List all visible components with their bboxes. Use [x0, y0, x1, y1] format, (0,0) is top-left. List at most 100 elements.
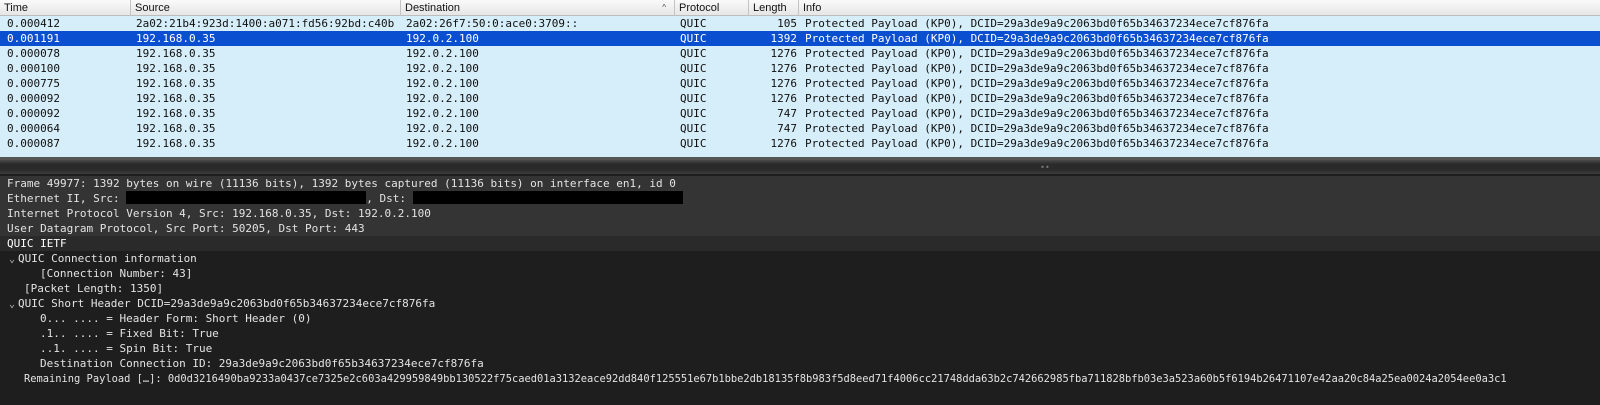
- cell-length: 1276: [770, 92, 798, 105]
- cell-protocol: QUIC: [680, 17, 707, 30]
- cell-length: 1276: [770, 47, 798, 60]
- cell-destination: 192.0.2.100: [406, 92, 479, 105]
- chevron-down-icon[interactable]: ⌄: [6, 252, 18, 267]
- cell-time: 0.000087: [7, 137, 60, 150]
- column-header-source[interactable]: Source: [131, 0, 401, 16]
- cell-length: 747: [777, 122, 797, 135]
- column-header-info[interactable]: Info: [799, 0, 1600, 16]
- column-header-destination-label: Destination: [405, 2, 461, 14]
- packet-details-pane[interactable]: Frame 49977: 1392 bytes on wire (11136 b…: [0, 174, 1600, 405]
- table-row[interactable]: 0.000087 192.168.0.35 192.0.2.100 QUIC 1276 P…: [0, 136, 1600, 151]
- table-row[interactable]: 0.000078 192.168.0.35 192.0.2.100 QUIC 1276 P…: [0, 46, 1600, 61]
- cell-info: Protected Payload (KP0), DCID=29a3de9a9c…: [805, 17, 1269, 30]
- ipv4-text: Internet Protocol Version 4, Src: 192.16…: [7, 207, 431, 220]
- fixed-bit-text: .1.. .... = Fixed Bit: True: [40, 327, 219, 340]
- cell-source: 192.168.0.35: [136, 107, 216, 120]
- cell-protocol: QUIC: [680, 77, 707, 90]
- packet-list[interactable]: Time Source Destination ^ Protocol Lengt…: [0, 0, 1600, 157]
- spin-bit-text: ..1. .... = Spin Bit: True: [40, 342, 213, 355]
- cell-time: 0.000078: [7, 47, 60, 60]
- tree-item-packet-length[interactable]: [Packet Length: 1350]: [0, 281, 1600, 296]
- cell-info: Protected Payload (KP0), DCID=29a3de9a9c…: [805, 107, 1269, 120]
- cell-protocol: QUIC: [680, 62, 707, 75]
- tree-item-ipv4[interactable]: Internet Protocol Version 4, Src: 192.16…: [0, 206, 1600, 221]
- table-row-selected[interactable]: 0.001191 192.168.0.35 192.0.2.100 QUIC 1392 P…: [0, 31, 1600, 46]
- redacted-mac-source: [126, 191, 367, 204]
- splitter-grip-icon[interactable]: ••: [1040, 164, 1050, 172]
- ethernet-prefix: Ethernet II, Src:: [7, 192, 127, 205]
- cell-info: Protected Payload (KP0), DCID=29a3de9a9c…: [805, 122, 1269, 135]
- cell-time: 0.000412: [7, 17, 60, 30]
- cell-info: Protected Payload (KP0), DCID=29a3de9a9c…: [805, 92, 1269, 105]
- column-header-protocol[interactable]: Protocol: [675, 0, 749, 16]
- table-row[interactable]: 0.000064 192.168.0.35 192.0.2.100 QUIC 747 Pr…: [0, 121, 1600, 136]
- cell-destination: 192.0.2.100: [406, 77, 479, 90]
- cell-destination: 192.0.2.100: [406, 122, 479, 135]
- column-header-length[interactable]: Length: [749, 0, 799, 16]
- cell-time: 0.000775: [7, 77, 60, 90]
- tree-item-frame[interactable]: Frame 49977: 1392 bytes on wire (11136 b…: [0, 176, 1600, 191]
- cell-destination: 192.0.2.100: [406, 107, 479, 120]
- cell-length: 1276: [770, 77, 798, 90]
- tree-item-udp[interactable]: User Datagram Protocol, Src Port: 50205,…: [0, 221, 1600, 236]
- cell-source: 2a02:21b4:923d:1400:a071:fd56:92bd:c40b: [136, 17, 395, 30]
- cell-info: Protected Payload (KP0), DCID=29a3de9a9c…: [805, 32, 1269, 45]
- tree-item-conn-info[interactable]: ⌄ QUIC Connection information: [0, 251, 1600, 266]
- conn-info-text: QUIC Connection information: [18, 252, 197, 265]
- cell-source: 192.168.0.35: [136, 32, 216, 45]
- cell-length: 1276: [770, 137, 798, 150]
- cell-info: Protected Payload (KP0), DCID=29a3de9a9c…: [805, 137, 1269, 150]
- redacted-mac-destination: [412, 191, 683, 204]
- sort-ascending-icon: ^: [662, 3, 666, 12]
- cell-source: 192.168.0.35: [136, 122, 216, 135]
- tree-item-spin-bit[interactable]: ..1. .... = Spin Bit: True: [0, 341, 1600, 356]
- cell-destination: 192.0.2.100: [406, 47, 479, 60]
- table-row[interactable]: 0.000775 192.168.0.35 192.0.2.100 QUIC 1276 P…: [0, 76, 1600, 91]
- cell-time: 0.000064: [7, 122, 60, 135]
- tree-item-dest-conn-id[interactable]: Destination Connection ID: 29a3de9a9c206…: [0, 356, 1600, 371]
- cell-protocol: QUIC: [680, 92, 707, 105]
- cell-source: 192.168.0.35: [136, 77, 216, 90]
- cell-protocol: QUIC: [680, 47, 707, 60]
- cell-length: 747: [777, 107, 797, 120]
- tree-item-conn-number[interactable]: [Connection Number: 43]: [0, 266, 1600, 281]
- cell-time: 0.000100: [7, 62, 60, 75]
- cell-length: 1392: [770, 32, 798, 45]
- tree-item-fixed-bit[interactable]: .1.. .... = Fixed Bit: True: [0, 326, 1600, 341]
- short-header-text: QUIC Short Header DCID=29a3de9a9c2063bd0…: [18, 297, 436, 310]
- table-row[interactable]: 0.000092 192.168.0.35 192.0.2.100 QUIC 747 Pr…: [0, 106, 1600, 121]
- table-row[interactable]: 0.000412 2a02:21b4:923d:1400:a071:fd56:92…: [0, 16, 1600, 31]
- tree-item-quic[interactable]: QUIC IETF: [0, 236, 1600, 251]
- dest-conn-id-text: Destination Connection ID: 29a3de9a9c206…: [40, 357, 484, 370]
- cell-source: 192.168.0.35: [136, 137, 216, 150]
- ethernet-dst-label: , Dst:: [366, 192, 413, 205]
- cell-time: 0.001191: [7, 32, 60, 45]
- column-header-destination[interactable]: Destination ^: [401, 0, 675, 16]
- pane-splitter[interactable]: ••: [0, 157, 1600, 174]
- chevron-down-icon[interactable]: ⌄: [6, 297, 18, 312]
- cell-protocol: QUIC: [680, 137, 707, 150]
- cell-time: 0.000092: [7, 92, 60, 105]
- tree-item-ethernet[interactable]: Ethernet II, Src: , Dst:: [0, 191, 1600, 206]
- tree-item-short-header[interactable]: ⌄ QUIC Short Header DCID=29a3de9a9c2063bd…: [0, 296, 1600, 311]
- column-header-time[interactable]: Time: [0, 0, 131, 16]
- cell-protocol: QUIC: [680, 122, 707, 135]
- table-row[interactable]: 0.000092 192.168.0.35 192.0.2.100 QUIC 1276 P…: [0, 91, 1600, 106]
- column-header-bar: Time Source Destination ^ Protocol Lengt…: [0, 0, 1600, 16]
- cell-source: 192.168.0.35: [136, 47, 216, 60]
- cell-protocol: QUIC: [680, 107, 707, 120]
- cell-destination: 192.0.2.100: [406, 32, 479, 45]
- udp-text: User Datagram Protocol, Src Port: 50205,…: [7, 222, 365, 235]
- tree-item-header-form[interactable]: 0... .... = Header Form: Short Header (0…: [0, 311, 1600, 326]
- cell-length: 1276: [770, 62, 798, 75]
- cell-destination: 192.0.2.100: [406, 137, 479, 150]
- remaining-payload-text: Remaining Payload […]: 0d0d3216490ba9233…: [24, 373, 1507, 385]
- cell-protocol: QUIC: [680, 32, 707, 45]
- tree-item-remaining-payload[interactable]: Remaining Payload […]: 0d0d3216490ba9233…: [0, 371, 1600, 386]
- quic-text: QUIC IETF: [7, 237, 67, 250]
- cell-source: 192.168.0.35: [136, 62, 216, 75]
- cell-info: Protected Payload (KP0), DCID=29a3de9a9c…: [805, 62, 1269, 75]
- cell-length: 105: [777, 17, 797, 30]
- cell-time: 0.000092: [7, 107, 60, 120]
- table-row[interactable]: 0.000100 192.168.0.35 192.0.2.100 QUIC 1276 P…: [0, 61, 1600, 76]
